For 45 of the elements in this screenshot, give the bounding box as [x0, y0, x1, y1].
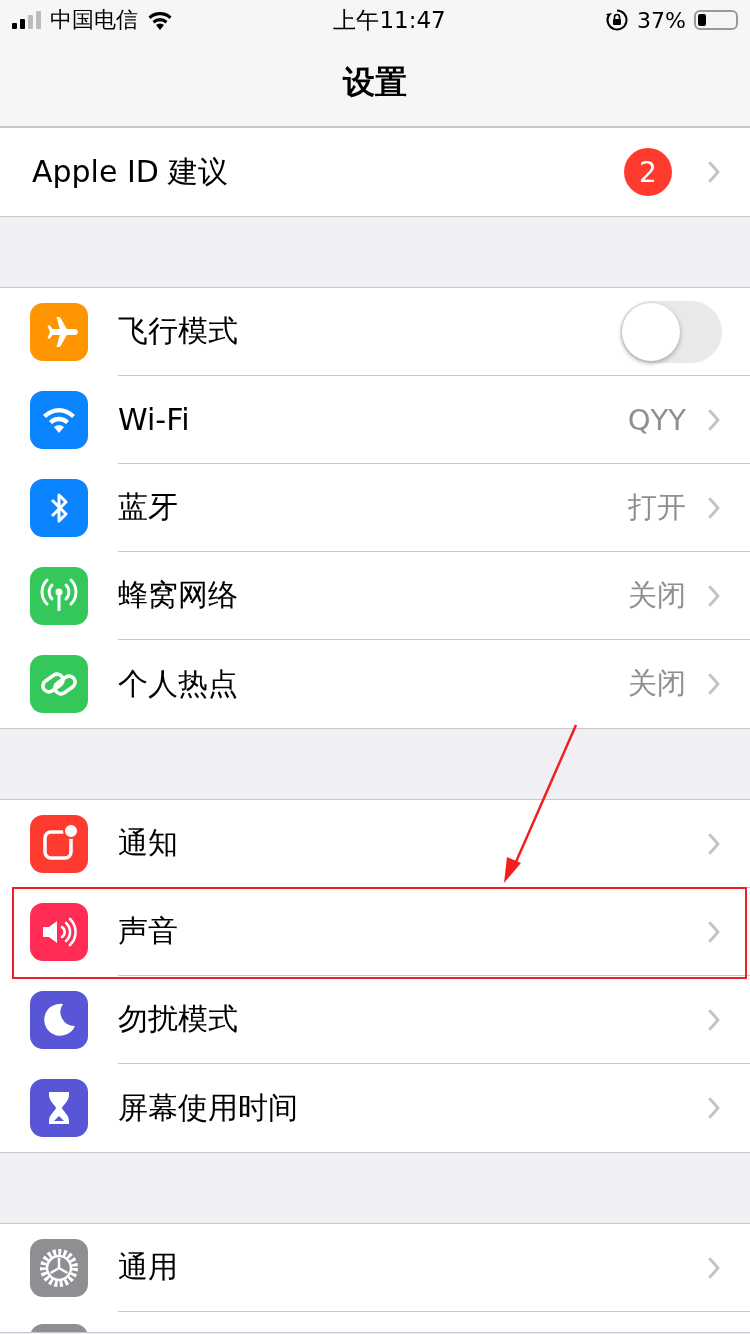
- chevron-icon: [708, 1256, 720, 1279]
- settings-row[interactable]: 飞行模式: [0, 288, 750, 376]
- status-time: 上午11:47: [333, 5, 446, 35]
- chevron-icon: [708, 673, 720, 695]
- row-label: 蓝牙: [118, 488, 178, 526]
- row-value: 关闭: [628, 665, 686, 702]
- row-label: 屏幕使用时间: [118, 1088, 298, 1127]
- settings-row[interactable]: 蓝牙 打开: [0, 464, 750, 552]
- battery-percent: 37%: [637, 7, 686, 33]
- toggle-switch[interactable]: [620, 300, 722, 363]
- row-label: Wi-Fi: [118, 402, 190, 437]
- settings-row[interactable]: 通知: [0, 800, 750, 888]
- settings-row[interactable]: Apple ID 建议 2: [0, 128, 750, 216]
- chevron-icon: [708, 161, 720, 183]
- settings-row[interactable]: 勿扰模式: [0, 976, 750, 1064]
- settings-row[interactable]: 屏幕使用时间: [0, 1064, 750, 1152]
- row-value: QYY: [627, 402, 686, 437]
- row-label: 蜂窝网络: [118, 576, 238, 614]
- row-label: 通用: [118, 1248, 178, 1286]
- wifi-icon: [146, 9, 174, 31]
- chevron-icon: [708, 496, 720, 519]
- row-label: 通知: [118, 824, 178, 862]
- battery-icon: [694, 10, 738, 30]
- chevron-icon: [708, 832, 720, 855]
- settings-row[interactable]: 个人热点 关闭: [0, 640, 750, 728]
- signal-icon: [12, 10, 42, 30]
- count-badge: 2: [624, 148, 672, 196]
- row-label: 声音: [118, 912, 178, 950]
- row-label: Apple ID 建议: [32, 152, 229, 191]
- row-label: 勿扰模式: [118, 1000, 238, 1038]
- row-label: 个人热点: [118, 664, 238, 703]
- row-label: 飞行模式: [118, 312, 238, 350]
- row-value: 关闭: [628, 576, 686, 614]
- settings-row[interactable]: 声音: [0, 888, 750, 976]
- chevron-icon: [708, 1097, 720, 1119]
- chevron-icon: [708, 1008, 720, 1031]
- chevron-icon: [708, 920, 720, 943]
- rotation-lock-icon: [605, 8, 630, 32]
- chevron-icon: [708, 408, 720, 431]
- chevron-icon: [708, 584, 720, 607]
- settings-row[interactable]: Wi-Fi QYY: [0, 376, 750, 464]
- carrier-name: 中国电信: [50, 6, 138, 34]
- row-value: 打开: [628, 488, 686, 526]
- page-title: 设置: [343, 62, 407, 103]
- settings-row[interactable]: 蜂窝网络 关闭: [0, 552, 750, 640]
